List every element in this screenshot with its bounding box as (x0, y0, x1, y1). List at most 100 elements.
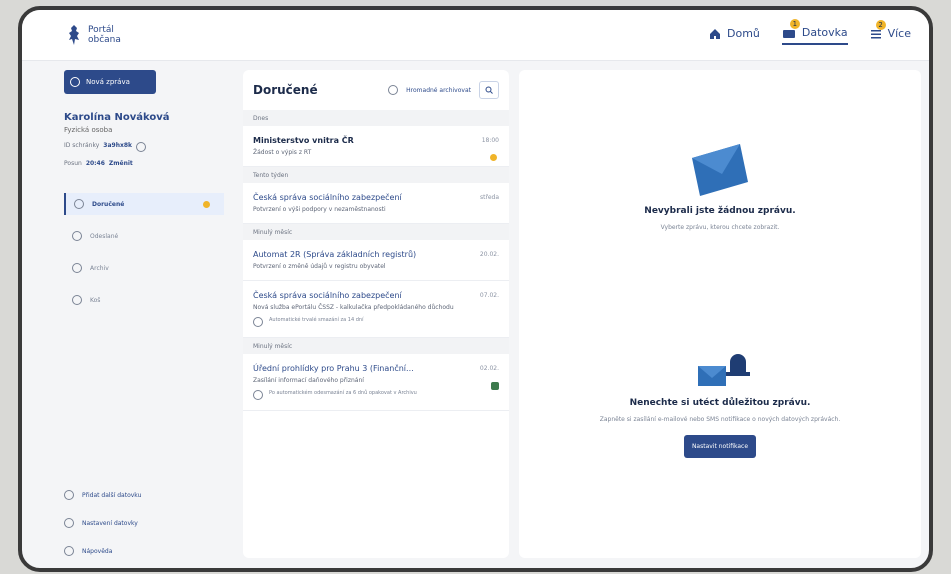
plus-circle-icon (64, 490, 74, 500)
nav-more[interactable]: 2 Více (870, 20, 911, 44)
folder-trash[interactable]: Koš (64, 289, 224, 311)
mailbox-id-value: 3a9hx8k (103, 142, 133, 149)
nav-datovka-label: Datovka (801, 26, 848, 39)
gear-icon (64, 518, 74, 528)
notification-bell-icon (698, 354, 750, 386)
message-sender: Česká správa sociálního zabezpečení (253, 291, 402, 300)
trash-icon (253, 317, 263, 327)
message-item[interactable]: Automat 2R (Správa základních registrů) … (243, 240, 509, 281)
nav-home[interactable]: Domů (709, 23, 760, 44)
empty-selection-state: Nevybrali jste žádnou zprávu. Vyberte zp… (519, 140, 921, 231)
message-list-header: Doručené Hromadné archivovat (243, 70, 509, 110)
trash-icon (72, 295, 82, 305)
nav-home-label: Domů (727, 27, 760, 40)
message-subject: Nová služba ePortálu ČSSZ - kalkulačka p… (253, 304, 454, 311)
more-badge: 2 (875, 20, 886, 30)
help-links: Přidat další datovku Nastavení datovky N… (64, 472, 141, 556)
nav-more-label: Více (887, 27, 911, 40)
folder-label: Koš (90, 296, 101, 304)
unread-indicator (203, 200, 210, 208)
archive-icon (72, 263, 82, 273)
home-icon (710, 28, 721, 39)
portal-logo[interactable]: Portál občana (66, 24, 121, 46)
help-link-label: Nastavení datovky (82, 519, 138, 527)
datovka-badge: 1 (789, 19, 800, 29)
help-link-label: Přidat další datovku (82, 491, 142, 499)
message-sender: Česká správa sociálního zabezpečení (253, 193, 402, 202)
message-subject: Zasílání informací daňového přiznání (253, 377, 364, 384)
message-item[interactable]: Úřední prohlídky pro Prahu 3 (Finanční..… (243, 354, 509, 411)
message-extra-text: Po automatickém odesmazání za 6 dnů opak… (269, 390, 417, 396)
notification-subtitle: Zapněte si zasílání e-mailové nebo SMS n… (599, 416, 841, 423)
top-nav: Domů 1 Datovka 2 Více (709, 19, 911, 45)
notification-title: Nenechte si utéct důležitou zprávu. (629, 398, 811, 408)
czech-lion-icon (69, 25, 79, 45)
clock-icon (253, 390, 263, 400)
login-row: Posun 20:46 Změnit (64, 160, 224, 167)
folder-label: Doručené (92, 200, 125, 208)
folder-list: Doručené Odeslané Archiv Koš (64, 193, 224, 311)
unread-indicator (490, 154, 497, 161)
help-link-label: Nápověda (82, 547, 113, 555)
message-item[interactable]: Česká správa sociálního zabezpečení 07.0… (243, 281, 509, 338)
message-subject: Žádost o výpis z RT (253, 149, 312, 156)
send-icon (72, 231, 82, 241)
folder-archive[interactable]: Archiv (64, 257, 224, 279)
sidebar: Nová zpráva Karolína Nováková Fyzická os… (64, 64, 224, 568)
new-message-label: Nová zpráva (86, 78, 130, 86)
nav-datovka[interactable]: 1 Datovka (781, 19, 848, 45)
archive-icon (388, 85, 399, 95)
message-extra-text: Automatické trvalé smazání za 14 dní (269, 317, 364, 323)
message-time: 02.02. (479, 365, 499, 372)
login-change-link[interactable]: Změnit (109, 160, 133, 167)
login-label: Posun (64, 160, 82, 167)
search-icon (485, 86, 493, 94)
message-time: 20.02. (479, 251, 499, 258)
question-icon (64, 546, 74, 556)
folder-label: Odeslané (90, 232, 119, 240)
message-list-panel: Doručené Hromadné archivovat Dnes Minist… (243, 70, 509, 558)
section-header: Dnes (243, 110, 509, 126)
message-extra: Automatické trvalé smazání za 14 dní (253, 317, 499, 327)
add-mailbox-link[interactable]: Přidat další datovku (64, 490, 141, 500)
mailbox-settings-link[interactable]: Nastavení datovky (64, 518, 141, 528)
search-button[interactable] (479, 81, 499, 99)
message-item[interactable]: Česká správa sociálního zabezpečení stře… (243, 183, 509, 224)
user-role: Fyzická osoba (64, 126, 113, 134)
bulk-archive-link[interactable]: Hromadné archivovat (406, 87, 471, 94)
message-sender: Úřední prohlídky pro Prahu 3 (Finanční..… (253, 364, 414, 373)
app-window: Portál občana Domů 1 Datovka 2 Více Nová… (18, 6, 933, 572)
folder-label: Archiv (90, 264, 109, 272)
section-header: Minulý měsíc (243, 224, 509, 240)
message-time: středa (480, 194, 499, 201)
inbox-icon (74, 199, 84, 209)
new-message-button[interactable]: Nová zpráva (64, 70, 156, 94)
attachment-icon (491, 382, 499, 390)
message-item[interactable]: Ministerstvo vnitra ČR 18:00 Žádost o vý… (243, 126, 509, 167)
logo-line-1: Portál (88, 25, 114, 35)
empty-state-subtitle: Vyberte zprávu, kterou chcete zobrazit. (660, 224, 780, 231)
message-sender: Automat 2R (Správa základních registrů) (253, 250, 417, 259)
message-list-actions: Hromadné archivovat (388, 81, 499, 99)
copy-icon[interactable] (136, 142, 147, 152)
help-link[interactable]: Nápověda (64, 546, 141, 556)
envelope-icon (692, 144, 748, 196)
logo-text: Portál občana (88, 25, 121, 45)
section-header: Tento týden (243, 167, 509, 183)
folder-sent[interactable]: Odeslané (64, 225, 224, 247)
mailbox-id-row: ID schránky 3a9hx8k (64, 142, 224, 152)
message-extra: Po automatickém odesmazání za 6 dnů opak… (253, 390, 499, 400)
folder-inbox[interactable]: Doručené (64, 193, 224, 215)
message-time: 18:00 (481, 137, 499, 144)
top-bar: Portál občana Domů 1 Datovka 2 Více (22, 10, 929, 61)
login-time: 20:46 (85, 160, 105, 167)
section-header: Minulý měsíc (243, 338, 509, 354)
message-sender: Ministerstvo vnitra ČR (253, 136, 354, 145)
user-name: Karolína Nováková (64, 112, 170, 123)
empty-state-title: Nevybrali jste žádnou zprávu. (644, 206, 796, 216)
mailbox-id-label: ID schránky (64, 142, 100, 149)
set-notifications-button[interactable]: Nastavit notifikace (683, 435, 757, 458)
message-subject: Potvrzení o výši podpory v nezaměstnanos… (253, 206, 386, 213)
message-list-title: Doručené (253, 83, 318, 97)
message-subject: Potvrzení o změně údajů v registru obyva… (253, 263, 386, 270)
